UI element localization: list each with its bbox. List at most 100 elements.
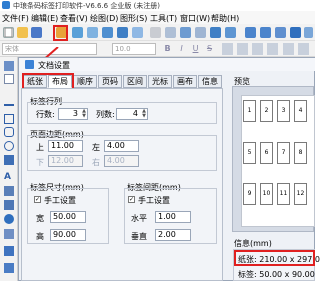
ellipse-tool-icon[interactable] (4, 141, 14, 151)
cols-label: 列数: (96, 110, 115, 119)
preview-cell: 12 (294, 183, 307, 205)
strike-button[interactable]: S (204, 43, 215, 55)
preview-cell: 10 (260, 183, 273, 205)
line-tool-icon[interactable] (4, 104, 14, 106)
curve-tool-icon[interactable] (4, 246, 14, 256)
margin-bottom-label: 下 (36, 158, 44, 167)
label-width-input[interactable]: 50.00 (50, 211, 86, 223)
zoom-out-icon[interactable] (260, 27, 271, 38)
delete-icon[interactable] (195, 27, 206, 38)
text-color-icon[interactable] (283, 43, 294, 55)
italic-button[interactable]: I (176, 43, 187, 55)
preview-cell: 2 (260, 100, 273, 122)
main-toolbar (0, 24, 315, 41)
rows-spinner[interactable]: ▲ ▼ (80, 109, 88, 119)
more-tools-icon[interactable] (4, 263, 14, 273)
margin-right-input: 4.00 (104, 155, 139, 167)
label-height-label: 高 (36, 232, 44, 241)
table-tool-icon[interactable] (4, 229, 14, 239)
menu-shape[interactable]: 图形(S) (120, 13, 147, 24)
cols-spinner[interactable]: ▲ ▼ (140, 109, 148, 119)
align-right-icon[interactable] (252, 43, 263, 55)
zoom-fit-icon[interactable] (275, 27, 286, 38)
font-size-select[interactable]: 10.0 (112, 43, 156, 55)
undo-icon[interactable] (210, 27, 221, 38)
gap-horizontal-label: 水平 (131, 214, 147, 223)
menu-view[interactable]: 查看(V) (60, 13, 88, 24)
preview-cell: 3 (277, 100, 290, 122)
preview-cell: 6 (260, 142, 273, 164)
text-tool-icon[interactable] (4, 74, 14, 84)
preview-cell: 1 (243, 100, 256, 122)
tab-order[interactable]: 顺序 (73, 75, 97, 88)
copy-icon[interactable] (165, 27, 176, 38)
margin-right-label: 右 (92, 158, 100, 167)
align-justify-icon[interactable] (267, 43, 278, 55)
rounded-rect-tool-icon[interactable] (4, 127, 14, 137)
barcode-tool-icon[interactable] (4, 186, 14, 196)
window-title: 中琅条码标签打印软件-V6.6.6 企业版 (未注册) (13, 2, 161, 10)
label-size-manual-checkbox[interactable]: ✓ (34, 196, 41, 203)
preview-cell: 8 (294, 142, 307, 164)
grid-icon[interactable] (290, 27, 301, 38)
align-left-icon[interactable] (222, 43, 233, 55)
qrcode-tool-icon[interactable] (4, 214, 14, 224)
label-gap-manual-checkbox[interactable]: ✓ (128, 196, 135, 203)
dialog-icon (25, 60, 34, 69)
label-gap-manual-label: 手工设置 (138, 196, 170, 205)
label-width-label: 宽 (36, 214, 44, 223)
preview-cell: 7 (277, 142, 290, 164)
margin-top-input[interactable]: 11.00 (48, 140, 83, 152)
tab-canvas[interactable]: 画布 (173, 75, 197, 88)
image-tool-icon[interactable] (4, 200, 14, 210)
dialog-title: 文档设置 (38, 61, 70, 70)
preview-cell: 9 (243, 183, 256, 205)
tab-page-number[interactable]: 页码 (98, 75, 122, 88)
gap-vertical-input[interactable]: 2.00 (155, 229, 191, 241)
align-center-icon[interactable] (237, 43, 248, 55)
zoom-in-icon[interactable] (245, 27, 256, 38)
menu-help[interactable]: 帮助(H) (211, 13, 239, 24)
app-logo-icon (2, 1, 10, 9)
save-icon[interactable] (31, 27, 42, 38)
open-folder-icon[interactable] (17, 27, 28, 38)
margin-left-input[interactable]: 4.00 (104, 140, 139, 152)
margin-bottom-input: 12.00 (48, 155, 83, 167)
menu-file[interactable]: 文件(F) (2, 13, 29, 24)
rectangle-tool-icon[interactable] (4, 114, 14, 124)
database-icon[interactable] (117, 27, 128, 38)
menu-tools[interactable]: 工具(T) (150, 13, 177, 24)
print-preview-icon[interactable] (87, 27, 98, 38)
polygon-tool-icon[interactable] (4, 155, 14, 165)
highlight-paper-size (234, 250, 315, 266)
info-label: 信息(mm) (234, 239, 272, 248)
rows-label: 行数: (36, 110, 55, 119)
preview-cell: 5 (243, 142, 256, 164)
highlight-document-settings-button (53, 25, 68, 41)
menu-window[interactable]: 窗口(W) (180, 13, 210, 24)
tab-cursor[interactable]: 光标 (148, 75, 172, 88)
cut-icon[interactable] (150, 27, 161, 38)
text-a-icon[interactable]: A (4, 172, 14, 182)
preview-cell: 11 (277, 183, 290, 205)
image-icon[interactable] (132, 27, 143, 38)
export-icon[interactable] (102, 27, 113, 38)
drawing-tools-panel: A (0, 57, 18, 281)
preview-cell: 4 (294, 100, 307, 122)
underline-button[interactable]: U (190, 43, 201, 55)
menu-edit[interactable]: 编辑(E) (31, 13, 58, 24)
menu-draw[interactable]: 绘图(D) (90, 13, 118, 24)
paste-icon[interactable] (180, 27, 191, 38)
gap-vertical-label: 垂直 (131, 232, 147, 241)
bold-button[interactable]: B (162, 43, 173, 55)
tab-info[interactable]: 信息 (198, 75, 222, 88)
fill-color-icon[interactable] (298, 43, 309, 55)
label-height-input[interactable]: 90.00 (50, 229, 86, 241)
actual-size-icon[interactable] (304, 27, 313, 38)
tab-range[interactable]: 区间 (123, 75, 147, 88)
menu-bar: 文件(F) 编辑(E) 查看(V) 绘图(D) 图形(S) 工具(T) 窗口(W… (0, 11, 315, 24)
select-tool-icon[interactable] (4, 61, 14, 71)
print-icon[interactable] (72, 27, 83, 38)
gap-horizontal-input[interactable]: 1.00 (155, 211, 191, 223)
redo-icon[interactable] (225, 27, 236, 38)
